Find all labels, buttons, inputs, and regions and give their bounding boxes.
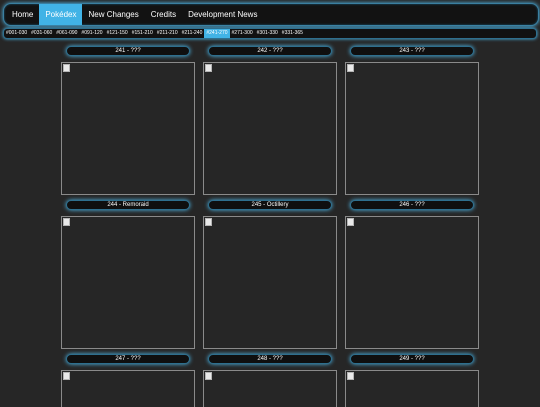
nav-new-changes[interactable]: New Changes: [82, 4, 144, 25]
range-211-210[interactable]: #211-210: [155, 29, 180, 38]
entry-sprite[interactable]: [61, 62, 195, 195]
broken-image-icon: [63, 372, 70, 380]
range-301-330[interactable]: #301-330: [255, 29, 280, 38]
broken-image-icon: [205, 372, 212, 380]
entry-label: 243 - ???: [350, 46, 474, 56]
entry-sprite[interactable]: [345, 216, 479, 349]
broken-image-icon: [347, 372, 354, 380]
entry-label: 242 - ???: [208, 46, 332, 56]
pokedex-entry: 248 - ???: [203, 354, 337, 407]
broken-image-icon: [347, 64, 354, 72]
entry-label: 245 - Octillery: [208, 200, 332, 210]
pokedex-entry: 242 - ???: [203, 46, 337, 195]
entry-sprite[interactable]: [345, 62, 479, 195]
broken-image-icon: [63, 218, 70, 226]
range-031-060[interactable]: #031-060: [29, 29, 54, 38]
range-211-240[interactable]: #211-240: [180, 29, 205, 38]
nav-credits[interactable]: Credits: [145, 4, 182, 25]
pokedex-entry: 243 - ???: [345, 46, 479, 195]
nav-pokedex[interactable]: Pokédex: [39, 4, 83, 25]
entry-label: 248 - ???: [208, 354, 332, 364]
range-061-090[interactable]: #061-090: [54, 29, 79, 38]
main-nav: Home Pokédex New Changes Credits Develop…: [3, 3, 539, 26]
entry-sprite[interactable]: [61, 370, 195, 407]
entry-sprite[interactable]: [203, 62, 337, 195]
entry-label: 249 - ???: [350, 354, 474, 364]
pokedex-entry: 241 - ???: [61, 46, 195, 195]
broken-image-icon: [205, 64, 212, 72]
nav-development-news[interactable]: Development News: [182, 4, 263, 25]
broken-image-icon: [205, 218, 212, 226]
pokedex-entry: 245 - Octillery: [203, 200, 337, 349]
entry-sprite[interactable]: [345, 370, 479, 407]
pokedex-entry: 247 - ???: [61, 354, 195, 407]
pokedex-entry: 244 - Remoraid: [61, 200, 195, 349]
range-001-030[interactable]: #001-030: [4, 29, 29, 38]
range-151-210[interactable]: #151-210: [130, 29, 155, 38]
entry-label: 246 - ???: [350, 200, 474, 210]
range-331-365[interactable]: #331-365: [280, 29, 305, 38]
broken-image-icon: [347, 218, 354, 226]
range-091-120[interactable]: #091-120: [79, 29, 104, 38]
entry-label: 241 - ???: [66, 46, 190, 56]
entry-label: 247 - ???: [66, 354, 190, 364]
broken-image-icon: [63, 64, 70, 72]
range-121-150[interactable]: #121-150: [105, 29, 130, 38]
pokedex-entry: 246 - ???: [345, 200, 479, 349]
dex-range-nav: #001-030 #031-060 #061-090 #091-120 #121…: [3, 28, 537, 39]
entry-sprite[interactable]: [203, 370, 337, 407]
entry-sprite[interactable]: [61, 216, 195, 349]
entry-sprite[interactable]: [203, 216, 337, 349]
range-241-270[interactable]: #241-270: [204, 29, 230, 38]
pokedex-entry: 249 - ???: [345, 354, 479, 407]
range-271-300[interactable]: #271-300: [230, 29, 255, 38]
nav-home[interactable]: Home: [6, 4, 39, 25]
entry-label: 244 - Remoraid: [66, 200, 190, 210]
